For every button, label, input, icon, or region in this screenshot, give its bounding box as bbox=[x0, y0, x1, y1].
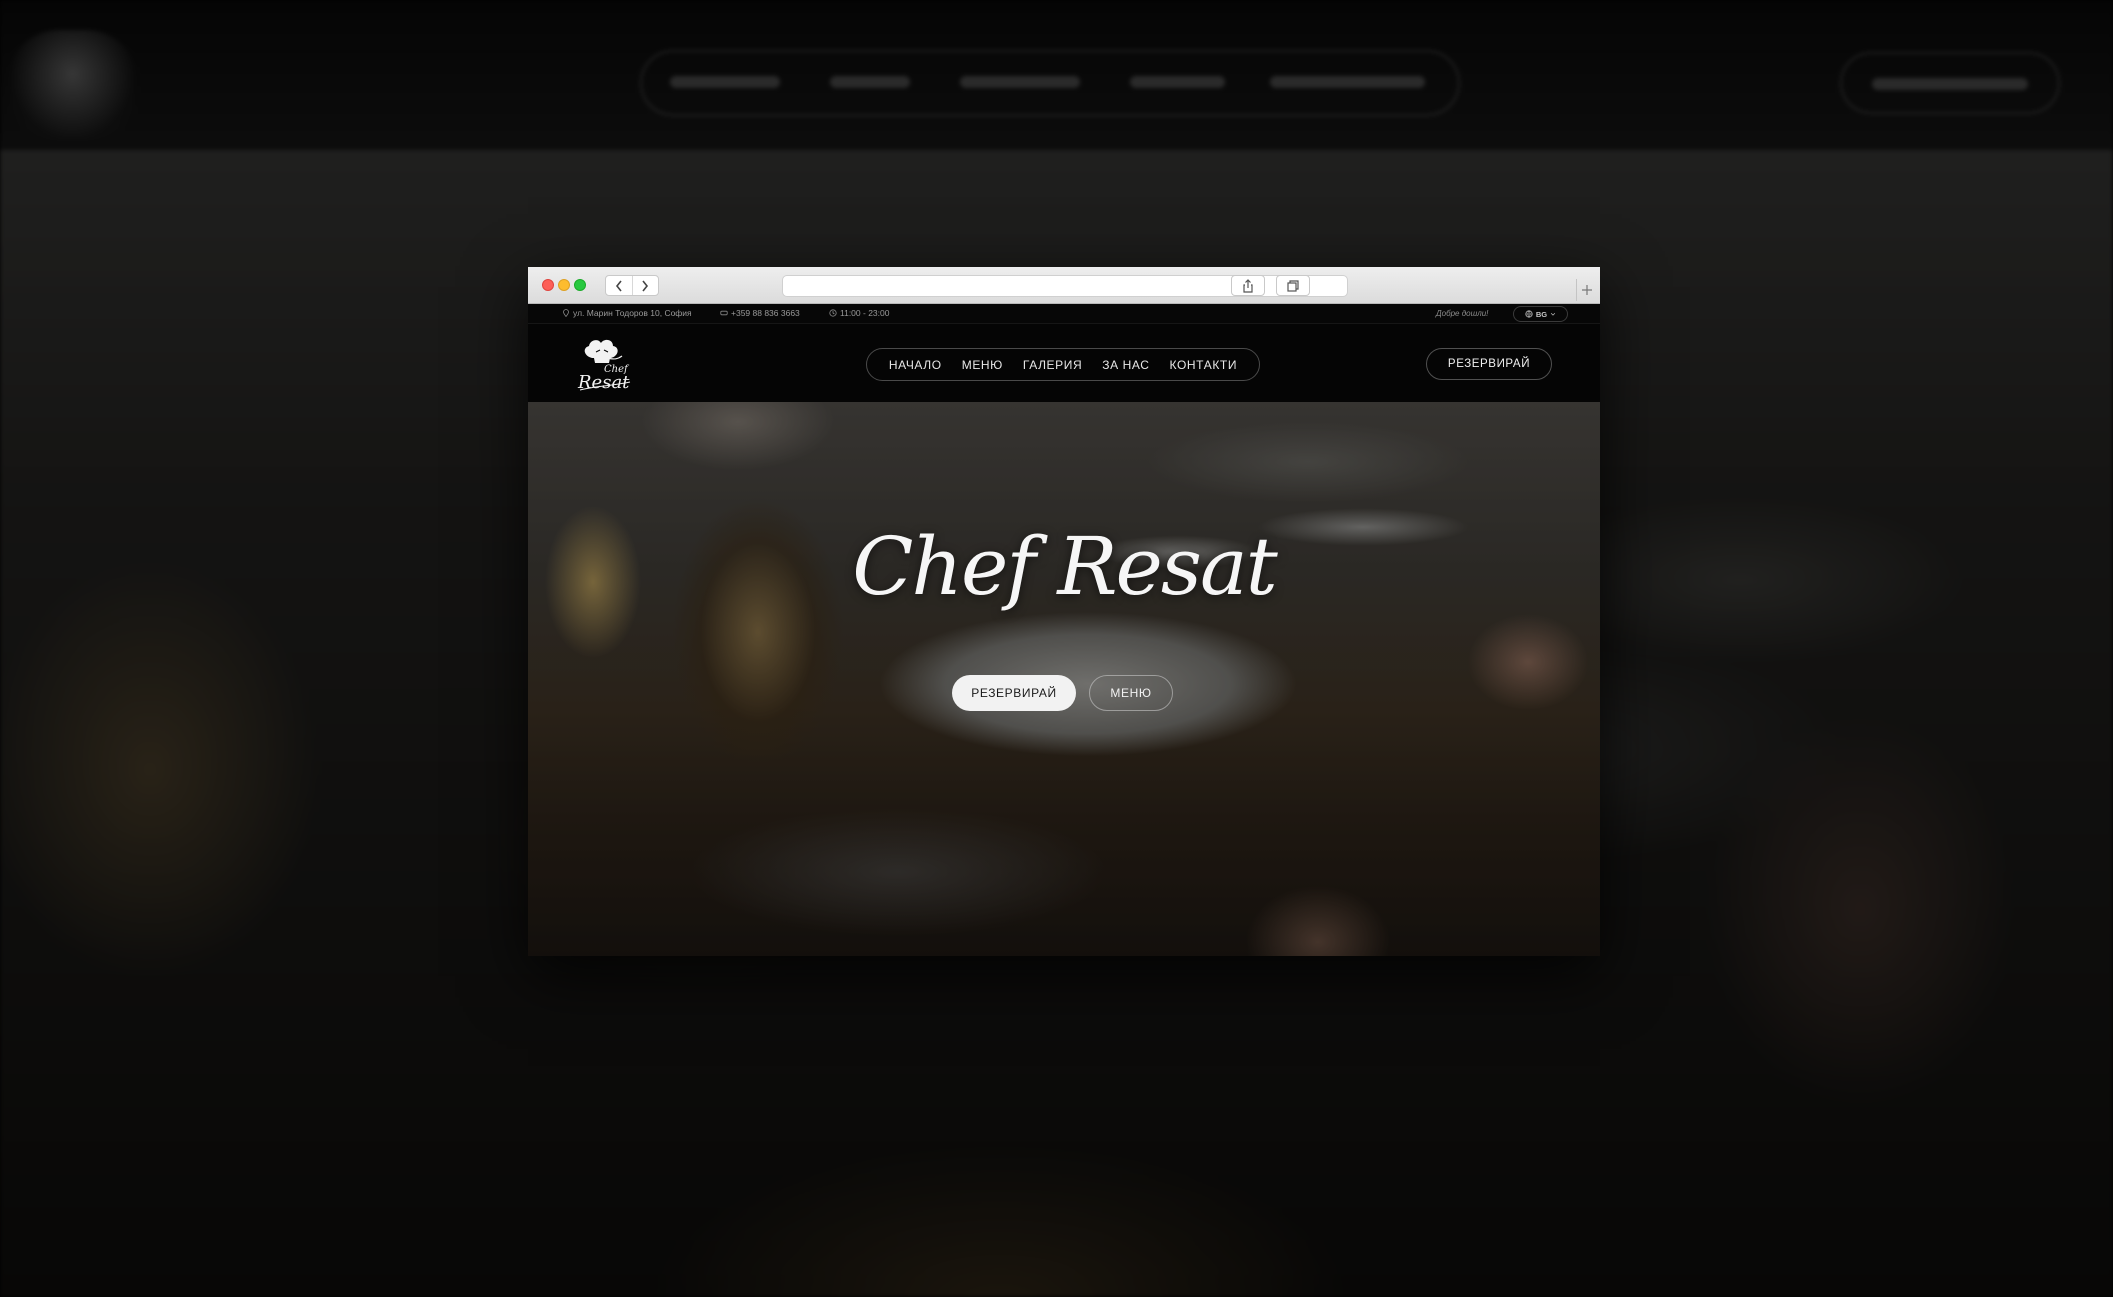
share-button[interactable] bbox=[1231, 275, 1265, 296]
language-label: BG bbox=[1535, 309, 1548, 319]
background-nav-item bbox=[830, 76, 910, 88]
clock-icon bbox=[829, 309, 837, 317]
show-tabs-button[interactable] bbox=[1276, 275, 1310, 296]
chevron-down-icon bbox=[1550, 312, 1556, 316]
background-nav-item bbox=[1270, 76, 1425, 88]
background-nav-item bbox=[670, 76, 780, 88]
hours-text: 11:00 - 23:00 bbox=[840, 308, 890, 318]
site-header: Chef Resat НАЧАЛО МЕНЮ ГАЛЕРИЯ ЗА НАС КО… bbox=[528, 324, 1600, 402]
info-bar: ул. Марин Тодоров 10, София +359 88 836 … bbox=[528, 304, 1600, 324]
hero-section: Chef Resat РЕЗЕРВИРАЙ МЕНЮ bbox=[528, 402, 1600, 956]
nav-link-gallery[interactable]: ГАЛЕРИЯ bbox=[1023, 358, 1082, 372]
browser-toolbar bbox=[528, 267, 1600, 304]
hero-reserve-button[interactable]: РЕЗЕРВИРАЙ bbox=[952, 675, 1076, 711]
globe-icon bbox=[1525, 310, 1533, 318]
new-tab-button[interactable] bbox=[1576, 279, 1596, 301]
background-logo bbox=[10, 30, 135, 140]
nav-link-home[interactable]: НАЧАЛО bbox=[889, 358, 942, 372]
history-buttons bbox=[605, 275, 659, 296]
share-icon bbox=[1243, 278, 1253, 293]
nav-link-about[interactable]: ЗА НАС bbox=[1102, 358, 1149, 372]
chevron-right-icon bbox=[642, 280, 649, 291]
header-reserve-button[interactable]: РЕЗЕРВИРАЙ bbox=[1426, 348, 1552, 380]
browser-window: ул. Марин Тодоров 10, София +359 88 836 … bbox=[528, 267, 1600, 956]
hero-menu-button[interactable]: МЕНЮ bbox=[1089, 675, 1173, 711]
background-nav-item bbox=[960, 76, 1080, 88]
background-header bbox=[0, 0, 2113, 150]
language-selector[interactable]: BG bbox=[1513, 306, 1568, 322]
plus-icon bbox=[1581, 285, 1592, 295]
close-window-button[interactable] bbox=[542, 279, 554, 291]
address-text: ул. Марин Тодоров 10, София bbox=[573, 308, 692, 318]
back-button[interactable] bbox=[606, 276, 632, 295]
phone-icon bbox=[720, 310, 728, 316]
tabs-icon bbox=[1287, 279, 1299, 292]
nav-link-contacts[interactable]: КОНТАКТИ bbox=[1170, 358, 1238, 372]
address-info: ул. Марин Тодоров 10, София bbox=[562, 308, 692, 318]
minimize-window-button[interactable] bbox=[558, 279, 570, 291]
welcome-text: Добре дошли! bbox=[1436, 309, 1489, 318]
zoom-window-button[interactable] bbox=[574, 279, 586, 291]
phone-info[interactable]: +359 88 836 3663 bbox=[720, 308, 800, 318]
chef-resat-logo[interactable]: Chef Resat bbox=[570, 336, 636, 392]
nav-link-menu[interactable]: МЕНЮ bbox=[962, 358, 1003, 372]
main-navigation: НАЧАЛО МЕНЮ ГАЛЕРИЯ ЗА НАС КОНТАКТИ bbox=[866, 348, 1260, 381]
chevron-left-icon bbox=[615, 280, 622, 291]
location-pin-icon bbox=[563, 309, 569, 317]
hero-title: Chef Resat bbox=[852, 520, 1278, 613]
phone-text: +359 88 836 3663 bbox=[731, 308, 800, 318]
forward-button[interactable] bbox=[631, 276, 659, 295]
page-viewport: ул. Марин Тодоров 10, София +359 88 836 … bbox=[528, 304, 1600, 956]
background-reserve-button bbox=[1840, 52, 2060, 114]
hours-info: 11:00 - 23:00 bbox=[829, 308, 889, 318]
background-nav-item bbox=[1130, 76, 1225, 88]
